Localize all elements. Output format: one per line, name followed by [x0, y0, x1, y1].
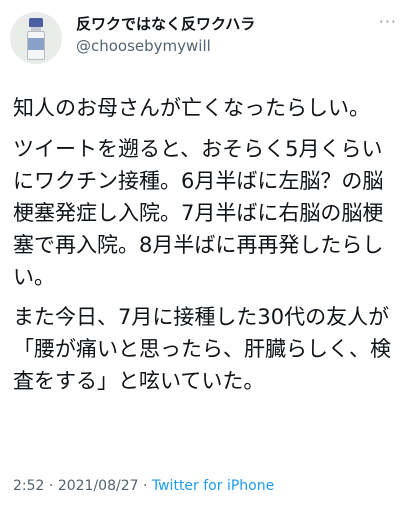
more-options-icon[interactable]: ··· [379, 14, 397, 30]
display-name[interactable]: 反ワクではなく反ワクハラ [76, 14, 255, 34]
tweet-source-link[interactable]: Twitter for iPhone [152, 478, 274, 494]
user-names: 反ワクではなく反ワクハラ @choosebymywill [76, 14, 255, 56]
tweet-paragraph: また今日、7月に接種した30代の友人が「腰が痛いと思ったら、肝臓らしく、検査をす… [13, 305, 391, 393]
meta-separator: · [44, 478, 58, 494]
tweet-date[interactable]: 2021/08/27 [58, 478, 139, 494]
vaccine-vial-icon [27, 18, 45, 60]
avatar[interactable] [10, 12, 62, 64]
tweet-meta: 2:52 · 2021/08/27 · Twitter for iPhone [13, 476, 274, 496]
tweet-text: 知人のお母さんが亡くなったらしい。 ツイートを遡ると、おそらく5月くらいにワクチ… [13, 92, 403, 405]
meta-separator: · [138, 478, 152, 494]
tweet-header: 反ワクではなく反ワクハラ @choosebymywill ··· [0, 0, 411, 80]
tweet-card: 反ワクではなく反ワクハラ @choosebymywill ··· 知人のお母さん… [0, 0, 411, 509]
tweet-paragraph: ツイートを遡ると、おそらく5月くらいにワクチン接種。6月半ばに左脳？の脳梗塞発症… [13, 137, 384, 289]
tweet-time[interactable]: 2:52 [13, 478, 44, 494]
tweet-paragraph: 知人のお母さんが亡くなったらしい。 [13, 96, 370, 120]
user-handle[interactable]: @choosebymywill [76, 36, 255, 56]
